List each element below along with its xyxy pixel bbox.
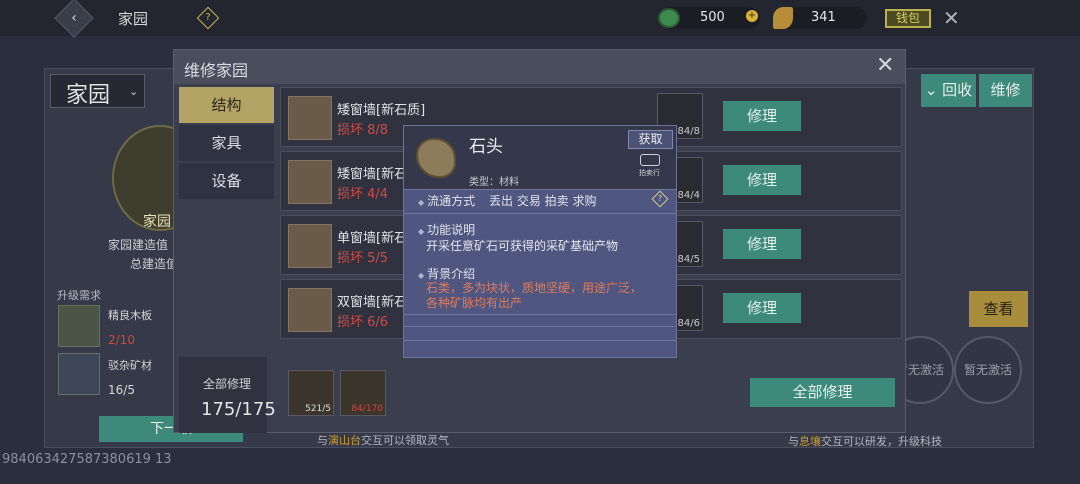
repair-row-button[interactable]: 修理 — [723, 229, 801, 259]
repair-all-button[interactable]: 全部修理 — [750, 378, 895, 407]
ore-icon[interactable] — [58, 353, 100, 395]
row-name: 单窗墙[新石 — [337, 231, 408, 246]
view-button[interactable]: 查看 — [969, 291, 1028, 327]
category-tabs: 结构 家具 设备 — [179, 87, 274, 201]
inactive-slot[interactable]: 暂无激活 — [954, 336, 1022, 404]
wall-icon — [288, 96, 332, 140]
dialog-header — [174, 50, 905, 84]
tab-furniture[interactable]: 家具 — [179, 125, 274, 161]
jade-currency-value: 500 — [700, 10, 725, 25]
repair-button[interactable]: 维修 — [979, 74, 1032, 107]
row-name: 双窗墙[新石 — [337, 295, 408, 310]
background-heading: ◆ 背景介绍 — [418, 267, 476, 281]
repair-row-button[interactable]: 修理 — [723, 101, 801, 131]
dialog-title: 维修家园 — [184, 61, 249, 80]
row-damage: 损坏 4/4 — [337, 187, 389, 202]
wood-plank-icon[interactable] — [58, 305, 100, 347]
stone-material-icon[interactable]: 84/170 — [340, 370, 386, 416]
material-count: 16/5 — [108, 383, 135, 397]
divider — [404, 189, 676, 190]
repair-row-button[interactable]: 修理 — [723, 293, 801, 323]
total-build-label: 总建造值 — [130, 257, 179, 271]
player-uid: 984063427587380619 13 — [2, 452, 172, 467]
top-title: 家园 — [118, 10, 149, 28]
recycle-button[interactable]: ⌄ 回收 — [921, 74, 976, 107]
repair-row-button[interactable]: 修理 — [723, 165, 801, 195]
background-text-1: 石类，多为块状，质地坚硬，用途广泛， — [426, 281, 643, 295]
row-damage: 损坏 8/8 — [337, 123, 389, 138]
upgrade-requirement-label: 升级需求 — [57, 289, 101, 302]
item-tooltip: 石头 类型：材料 获取 拍卖行 ◆ 流通方式 丢出 交易 拍卖 求购 ? ◆ 功能说… — [403, 125, 677, 358]
back-arrow-icon: ‹ — [71, 10, 77, 26]
add-currency-icon[interactable]: + — [746, 10, 758, 22]
wall-icon — [288, 224, 332, 268]
material-name: 驳杂矿材 — [108, 359, 152, 372]
function-text: 开采任意矿石可获得的采矿基础产物 — [426, 239, 619, 253]
build-value-label: 家园建造值 — [108, 238, 169, 252]
divider — [404, 326, 676, 327]
circulation-row: ◆ 流通方式 丢出 交易 拍卖 求购 — [418, 194, 597, 208]
row-damage: 损坏 5/5 — [337, 251, 389, 266]
background-text-2: 各种矿脉均有出产 — [426, 296, 523, 310]
wall-icon — [288, 160, 332, 204]
jade-coin-icon — [658, 8, 680, 28]
function-heading: ◆ 功能说明 — [418, 223, 476, 237]
row-damage: 损坏 6/6 — [337, 315, 389, 330]
material-name: 精良木板 — [108, 309, 152, 322]
item-type: 类型：材料 — [469, 177, 519, 188]
emblem-label: 家园 — [143, 214, 171, 230]
wall-icon — [288, 288, 332, 332]
item-name: 石头 — [469, 137, 503, 157]
wood-material-icon[interactable]: 521/5 — [288, 370, 334, 416]
homeland-title: 家园 — [66, 83, 111, 108]
repair-summary: 全部修理 175/175 — [179, 357, 276, 433]
divider — [404, 314, 676, 315]
wallet-button[interactable]: 钱包 — [885, 9, 931, 28]
row-name: 矮窗墙[新石质] — [337, 103, 426, 118]
divider — [404, 213, 676, 214]
leaf-coin-icon — [773, 7, 793, 29]
tab-equipment[interactable]: 设备 — [179, 163, 274, 199]
close-icon[interactable]: ✕ — [876, 53, 894, 78]
chevron-down-icon[interactable]: ⌄ — [129, 85, 138, 98]
auction-house-icon[interactable] — [640, 154, 660, 166]
summary-value: 175/175 — [201, 399, 276, 420]
auction-house-label: 拍卖行 — [639, 169, 660, 177]
spirit-hint: 与演山台交互可以领取灵气 — [317, 434, 449, 447]
tech-hint: 与息壤交互可以研发，升级科技 — [788, 435, 942, 448]
leaf-currency-value: 341 — [811, 10, 836, 25]
close-icon[interactable]: ✕ — [943, 6, 960, 30]
help-icon[interactable]: ? — [651, 190, 669, 208]
summary-label: 全部修理 — [203, 377, 252, 391]
obtain-button[interactable]: 获取 — [628, 130, 673, 149]
material-count: 2/10 — [108, 333, 135, 347]
divider — [404, 340, 676, 341]
tab-structure[interactable]: 结构 — [179, 87, 274, 123]
